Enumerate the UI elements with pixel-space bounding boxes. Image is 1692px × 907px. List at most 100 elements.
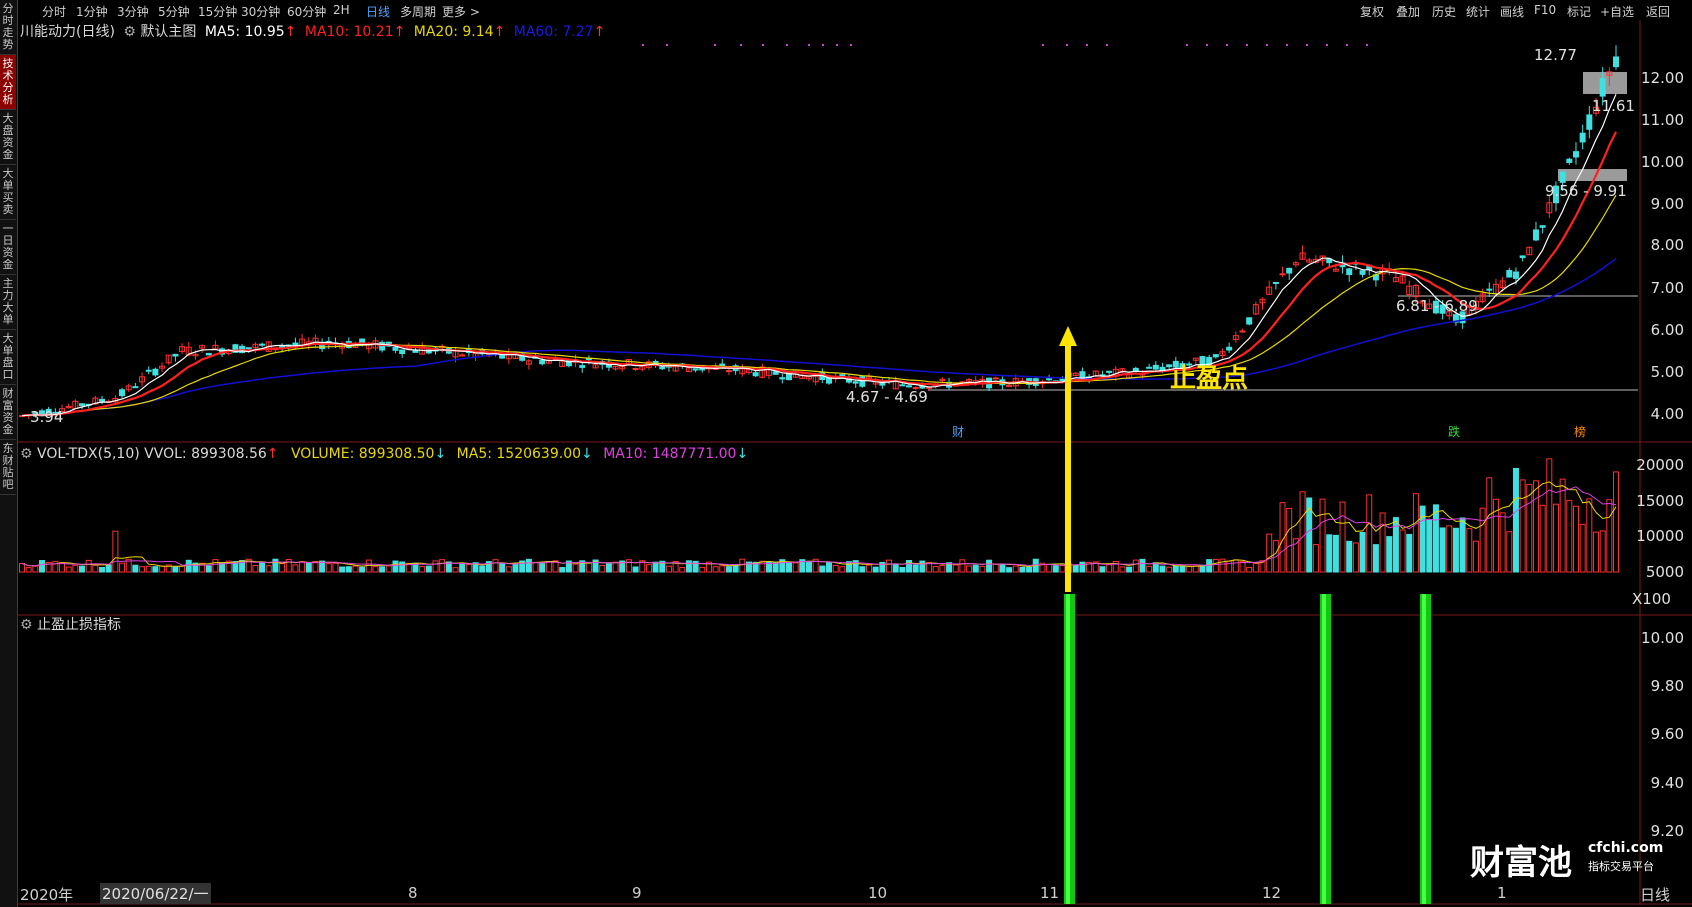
candle-body (1272, 281, 1279, 284)
event-dot (762, 44, 764, 46)
candle-body (1346, 268, 1353, 276)
volume-bar (332, 562, 339, 573)
low-price-label: 3.94 (30, 408, 64, 426)
take-profit-arrowhead (1059, 326, 1077, 346)
volume-bar (1499, 512, 1506, 573)
volume-bar (1139, 558, 1146, 573)
sidebar-tab-6[interactable]: 大单盘口 (0, 330, 16, 385)
volume-bar (1219, 558, 1226, 573)
candle-body (779, 377, 786, 380)
volume-bar (892, 563, 899, 573)
volume-bar (1239, 561, 1246, 573)
volume-axis-label-1: 15000 (1636, 492, 1684, 510)
event-mark-finance[interactable]: 财 (952, 423, 964, 440)
volume-bar (1079, 561, 1086, 573)
sidebar-tab-1[interactable]: 技术分析 (0, 55, 16, 110)
sidebar-tab-5[interactable]: 主力大单 (0, 275, 16, 330)
candle-body (659, 365, 666, 370)
volume-bar (1192, 565, 1199, 573)
period-tab-8[interactable]: 日线 (366, 3, 390, 20)
sidebar-tab-0[interactable]: 分时走势 (0, 0, 16, 55)
volume-bar (399, 561, 406, 573)
indicator-axis-label-1: 9.80 (1650, 677, 1684, 695)
period-tab-6[interactable]: 60分钟 (287, 3, 326, 20)
volume-bar (1546, 458, 1553, 573)
indicator-bar-highlight-0 (1066, 594, 1070, 904)
candle-body (145, 369, 152, 372)
toolbar-right-6[interactable]: 标记 (1567, 3, 1591, 20)
volume-bar (992, 563, 999, 573)
volume-bar (1386, 536, 1393, 573)
volume-bar (299, 561, 306, 573)
volume-bar (1099, 566, 1106, 573)
toolbar-right-3[interactable]: 统计 (1466, 3, 1490, 20)
volume-bar (1379, 512, 1386, 573)
chart-area[interactable] (18, 20, 1692, 905)
period-tab-1[interactable]: 1分钟 (76, 3, 108, 20)
volume-bar (1312, 544, 1319, 573)
sidebar-tab-7[interactable]: 财富资金 (0, 385, 16, 440)
period-tab-3[interactable]: 5分钟 (158, 3, 190, 20)
event-mark-fall[interactable]: 跌 (1448, 423, 1460, 440)
volume-bar (959, 559, 966, 573)
volume-bar (1226, 560, 1233, 573)
period-tab-10[interactable]: 更多 > (442, 3, 480, 20)
price-zone-mid (1558, 169, 1627, 181)
sidebar-tab-3[interactable]: 大单买卖 (0, 165, 16, 220)
candle-body (1566, 158, 1573, 163)
period-tab-5[interactable]: 30分钟 (241, 3, 280, 20)
volume-bar (179, 565, 186, 573)
period-tab-0[interactable]: 分时 (42, 3, 66, 20)
toolbar-right-0[interactable]: 复权 (1360, 3, 1384, 20)
volume-bar (545, 560, 552, 573)
volume-bar (1519, 479, 1526, 573)
toolbar-right-4[interactable]: 画线 (1500, 3, 1524, 20)
sidebar-tab-8[interactable]: 东财贴吧 (0, 440, 16, 495)
volume-bar (1352, 542, 1359, 573)
candle-body (1519, 255, 1526, 259)
toolbar-right-8[interactable]: 返回 (1646, 3, 1670, 20)
volume-bar (1532, 480, 1539, 573)
toolbar-right-2[interactable]: 历史 (1432, 3, 1456, 20)
price-axis-label-5: 7.00 (1650, 279, 1684, 297)
candle-body (172, 353, 179, 357)
candle-body (1279, 273, 1286, 276)
period-tab-9[interactable]: 多周期 (400, 3, 436, 20)
candle-body (1212, 354, 1219, 358)
volume-bar (819, 565, 826, 573)
volume-bar (952, 564, 959, 573)
volume-bar (452, 567, 459, 573)
candle-body (852, 381, 859, 384)
volume-bar (1559, 478, 1566, 573)
volume-bar (1026, 566, 1033, 573)
event-dot (642, 44, 644, 46)
event-dot (1186, 44, 1188, 46)
period-tab-4[interactable]: 15分钟 (198, 3, 237, 20)
volume-bar (886, 559, 893, 573)
price-axis-label-8: 4.00 (1650, 405, 1684, 423)
candle-body (132, 386, 139, 389)
volume-bar (1592, 531, 1599, 573)
event-dot (1366, 44, 1368, 46)
volume-bar (685, 560, 692, 573)
volume-bar (1439, 527, 1446, 573)
event-mark-rank[interactable]: 榜 (1574, 423, 1586, 440)
period-tab-2[interactable]: 3分钟 (117, 3, 149, 20)
volume-bar (759, 560, 766, 573)
period-tab-7[interactable]: 2H (333, 3, 350, 17)
sidebar-tab-2[interactable]: 大盘资金 (0, 110, 16, 165)
volume-bar (1446, 525, 1453, 573)
toolbar-right-1[interactable]: 叠加 (1396, 3, 1420, 20)
period-label[interactable]: 日线 (1640, 884, 1670, 905)
volume-bar (1412, 493, 1419, 573)
price-axis-label-0: 12.00 (1641, 69, 1684, 87)
toolbar-right-7[interactable]: +自选 (1600, 3, 1634, 20)
volume-bar (1126, 566, 1133, 573)
event-dot (1106, 44, 1108, 46)
candle-body (399, 349, 406, 355)
take-profit-label: 止盈点 (1170, 364, 1249, 394)
toolbar-right-5[interactable]: F10 (1534, 3, 1556, 17)
indicator-axis-label-3: 9.40 (1650, 774, 1684, 792)
ma60-line (21, 258, 1617, 417)
sidebar-tab-4[interactable]: 一日资金 (0, 220, 16, 275)
